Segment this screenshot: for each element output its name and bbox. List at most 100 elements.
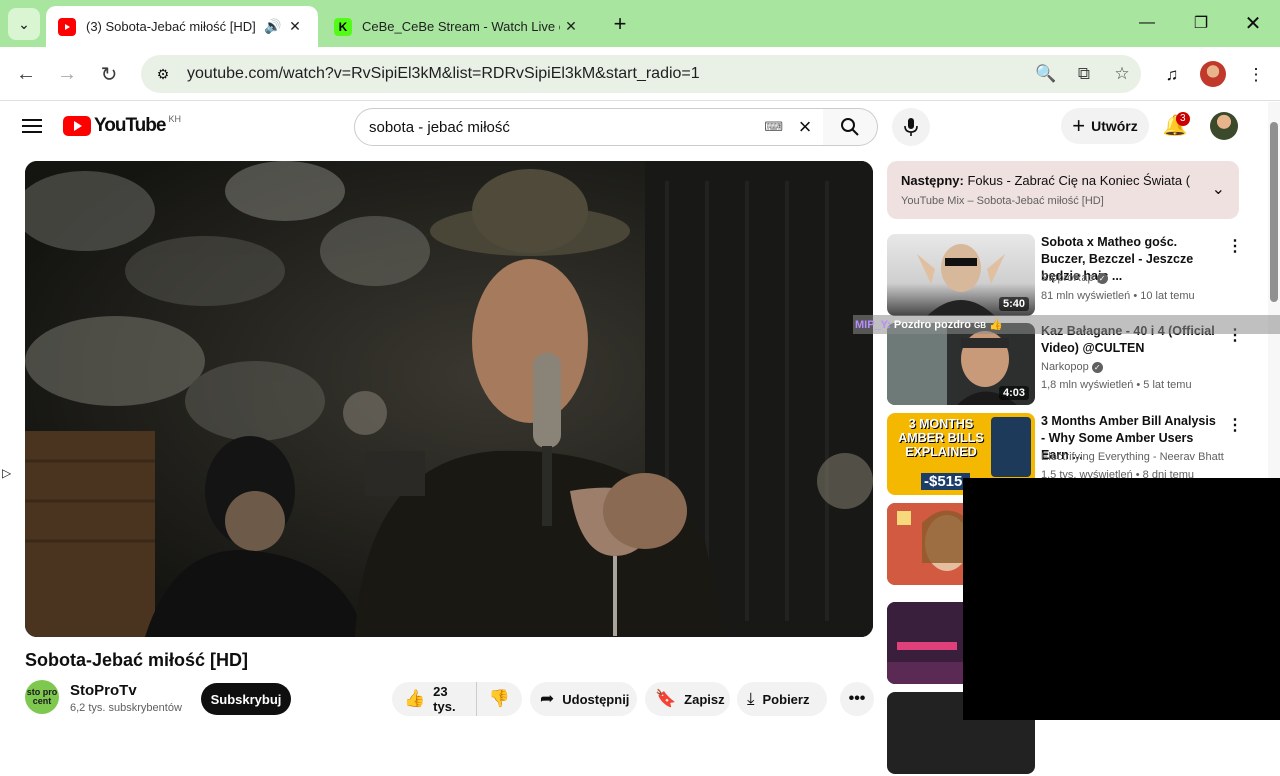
channel-avatar[interactable]: sto pro cent	[25, 680, 59, 714]
verified-icon: ✓	[1096, 273, 1108, 284]
zoom-icon[interactable]: 🔍	[1027, 64, 1065, 84]
notifications-button[interactable]: 🔔 3	[1160, 110, 1190, 140]
audio-playing-icon[interactable]: 🔊	[262, 18, 284, 35]
like-count: 23 tys.	[433, 684, 456, 714]
video-frame	[25, 161, 873, 637]
minimize-icon[interactable]: —	[1132, 8, 1162, 38]
menu-icon[interactable]	[18, 112, 46, 140]
site-info-icon[interactable]: ⚙	[145, 59, 181, 89]
new-tab-icon[interactable]: +	[606, 10, 634, 38]
channel-line: Narkopop ✓	[1041, 361, 1103, 373]
save-button[interactable]: 🔖 Zapisz	[645, 682, 730, 716]
browser-toolbar: ← → ↻ ⚙ youtube.com/watch?v=RvSipiEl3kM&…	[0, 47, 1280, 101]
create-label: Utwórz	[1091, 118, 1138, 134]
address-bar[interactable]: ⚙ youtube.com/watch?v=RvSipiEl3kM&list=R…	[141, 55, 1141, 93]
video-thumbnail[interactable]: 5:40	[887, 234, 1035, 316]
voice-search-button[interactable]	[892, 108, 930, 146]
reload-icon[interactable]: ↻	[94, 59, 124, 89]
bookmark-star-icon[interactable]: ☆	[1103, 64, 1141, 84]
tab-youtube[interactable]: (3) Sobota-Jebać miłość [HD] 🔊 ✕	[46, 6, 318, 47]
up-next-line: Następny: Fokus - Zabrać Cię na Koniec Ś…	[901, 173, 1191, 188]
scrollbar-thumb[interactable]	[1270, 122, 1278, 302]
close-tab-icon[interactable]: ✕	[560, 18, 582, 35]
youtube-favicon-icon	[58, 17, 76, 36]
youtube-logo[interactable]: YouTube KH	[63, 114, 181, 137]
kick-favicon-icon: K	[334, 17, 352, 36]
logo-text: YouTube	[94, 115, 166, 136]
video-thumbnail[interactable]: 4:03	[887, 323, 1035, 405]
plus-icon: +	[1072, 113, 1086, 138]
dislike-button[interactable]: 👎	[477, 689, 522, 709]
channel-line: StoproRap ✓	[1041, 272, 1108, 284]
more-vertical-icon[interactable]: ⋮	[1227, 236, 1243, 256]
recommended-video[interactable]: 4:03 Kaz Bałagane - 40 i 4 (Official Vid…	[887, 323, 1257, 407]
video-duration: 4:03	[998, 386, 1029, 400]
thumbnail-phone	[991, 417, 1031, 477]
download-label: Pobierz	[762, 691, 810, 707]
search-query[interactable]: sobota - jebać miłość	[369, 119, 764, 136]
close-tab-icon[interactable]: ✕	[284, 18, 306, 35]
download-icon: ⤓	[747, 689, 755, 708]
search-button[interactable]	[823, 108, 878, 146]
up-next-title: Fokus - Zabrać Cię na Koniec Świata (Br.…	[967, 173, 1191, 188]
video-meta: 81 mln wyświetleń • 10 lat temu	[1041, 290, 1195, 302]
thumbs-up-icon: 👍	[404, 689, 426, 708]
install-app-icon[interactable]: ⧉	[1065, 64, 1103, 84]
search-input[interactable]: sobota - jebać miłość ⌨ ×	[354, 108, 824, 146]
channel-name[interactable]: StoProTv	[70, 682, 137, 699]
country-code: KH	[168, 114, 181, 124]
video-title: Sobota-Jebać miłość [HD]	[25, 650, 249, 670]
download-button[interactable]: ⤓ Pobierz	[737, 682, 827, 716]
tab-search-dropdown-icon[interactable]: ⌄	[8, 8, 40, 40]
bookmark-icon: 🔖	[655, 689, 677, 708]
notification-badge: 3	[1176, 112, 1190, 126]
back-icon[interactable]: ←	[11, 59, 41, 89]
verified-icon: ✓	[1091, 362, 1103, 373]
chat-message: Pozdro pozdro	[893, 319, 971, 331]
more-horizontal-icon: •••	[848, 690, 866, 707]
tab-title: CeBe_CeBe Stream - Watch Live on	[362, 19, 560, 34]
keyboard-icon[interactable]: ⌨	[764, 119, 783, 135]
thumbs-down-icon: 👎	[488, 689, 510, 708]
clear-search-icon[interactable]: ×	[793, 114, 817, 140]
subscriber-count: 6,2 tys. subskrybentów	[70, 702, 182, 714]
tab-title: (3) Sobota-Jebać miłość [HD]	[86, 19, 256, 34]
close-window-icon[interactable]: ✕	[1238, 8, 1268, 38]
channel-name[interactable]: Narkopop	[1041, 361, 1089, 373]
browser-menu-icon[interactable]: ⋮	[1241, 61, 1271, 89]
youtube-header: YouTube KH sobota - jebać miłość ⌨ × + U…	[0, 102, 1268, 150]
like-button[interactable]: 👍 23 tys.	[392, 682, 477, 716]
tab-kick-stream[interactable]: K CeBe_CeBe Stream - Watch Live on ✕	[322, 6, 594, 47]
chat-username: MIP_Y:	[855, 319, 891, 331]
playlist-name: YouTube Mix – Sobota-Jebać miłość [HD]	[901, 195, 1104, 207]
video-duration: 5:40	[998, 297, 1029, 311]
page-scrollbar[interactable]	[1268, 102, 1280, 478]
media-controls-icon[interactable]: ♫	[1157, 61, 1187, 89]
thumbs-up-emoji-icon: 👍	[989, 319, 1003, 331]
search-icon	[841, 118, 859, 136]
like-dislike-group: 👍 23 tys. 👎	[392, 682, 522, 716]
profile-avatar[interactable]	[1200, 61, 1226, 87]
chat-badge: GB	[973, 321, 986, 330]
channel-name[interactable]: StoproRap	[1041, 272, 1094, 284]
more-actions-button[interactable]: •••	[840, 682, 874, 716]
up-next-panel[interactable]: Następny: Fokus - Zabrać Cię na Koniec Ś…	[887, 161, 1239, 219]
video-player[interactable]	[25, 161, 873, 637]
share-button[interactable]: ➦ Udostępnij	[530, 682, 637, 716]
video-meta: 1,8 mln wyświetleń • 5 lat temu	[1041, 379, 1192, 391]
account-avatar[interactable]	[1210, 112, 1238, 140]
more-vertical-icon[interactable]: ⋮	[1227, 415, 1243, 435]
create-button[interactable]: + Utwórz	[1061, 108, 1149, 144]
chevron-down-icon[interactable]: ⌄	[1212, 179, 1225, 199]
recommended-video[interactable]: 5:40 Sobota x Matheo gośc. Buczer, Bezcz…	[887, 234, 1257, 318]
mouse-cursor-icon: ▷	[2, 466, 12, 480]
share-icon: ➦	[540, 689, 555, 708]
restore-icon[interactable]: ❐	[1186, 8, 1216, 38]
overlay-window[interactable]	[963, 478, 1280, 720]
channel-name[interactable]: Electrifying Everything - Neerav Bhatt	[1041, 451, 1224, 463]
url-text[interactable]: youtube.com/watch?v=RvSipiEl3kM&list=RDR…	[181, 65, 1027, 83]
thumbnail-text: 3 MONTHS AMBER BILLS EXPLAINED	[898, 417, 984, 459]
subscribe-button[interactable]: Subskrybuj	[201, 683, 291, 715]
forward-icon[interactable]: →	[52, 59, 82, 89]
share-label: Udostępnij	[562, 691, 630, 707]
